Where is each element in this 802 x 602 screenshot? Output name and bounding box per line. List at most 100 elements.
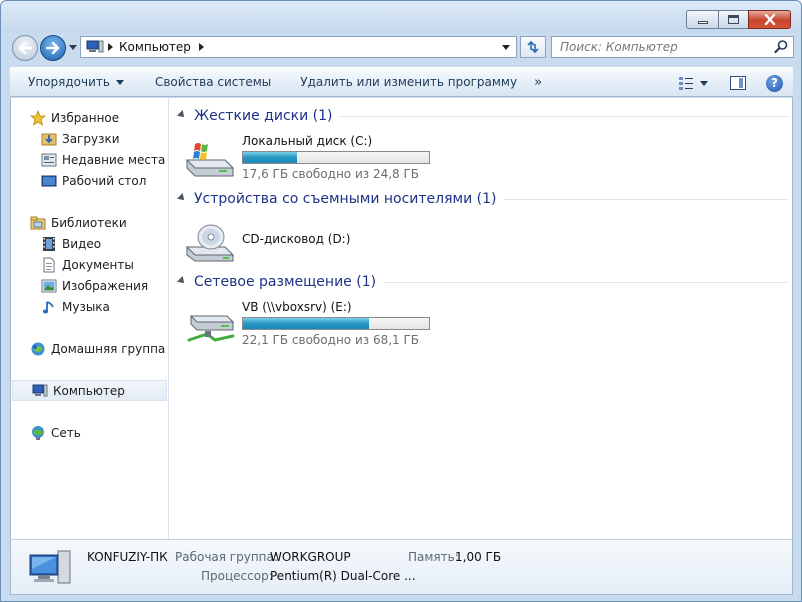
title-bar[interactable]: [1, 1, 801, 33]
drive-item-e[interactable]: VB (\\vboxsrv) (E:) 22,1 ГБ свободно из …: [185, 300, 445, 348]
navigation-pane: Избранное Загрузки Недавние места Рабочи…: [11, 98, 169, 539]
homegroup-icon: [30, 341, 46, 357]
sidebar-item-music[interactable]: Музыка: [11, 296, 167, 317]
sidebar-item-label: Документы: [62, 257, 134, 272]
group-header-hard-disks[interactable]: Жесткие диски (1): [177, 106, 788, 126]
homegroup-group: Домашняя группа: [11, 338, 167, 359]
more-commands-button[interactable]: »: [526, 75, 550, 90]
drive-item-c[interactable]: Локальный диск (C:) 17,6 ГБ свободно из …: [185, 134, 445, 182]
sidebar-item-computer[interactable]: Компьютер: [12, 380, 167, 401]
computer-large-icon: [28, 547, 72, 589]
sidebar-item-recent-places[interactable]: Недавние места: [11, 149, 167, 170]
workgroup-label: Рабочая группа:: [175, 550, 278, 564]
video-icon: [41, 236, 57, 252]
sidebar-item-downloads[interactable]: Загрузки: [11, 128, 167, 149]
star-icon: [29, 109, 47, 126]
chevron-down-icon: [115, 79, 124, 85]
group-header-network[interactable]: Сетевое размещение (1): [177, 272, 788, 292]
breadcrumb-separator-icon[interactable]: [198, 43, 204, 51]
chevron-down-icon: [69, 45, 77, 50]
back-button[interactable]: [12, 35, 38, 61]
collapse-arrow-icon[interactable]: [177, 110, 187, 120]
collapse-arrow-icon[interactable]: [177, 193, 187, 203]
sidebar-item-pictures[interactable]: Изображения: [11, 275, 167, 296]
minimize-button[interactable]: [686, 10, 718, 29]
preview-pane-icon[interactable]: [730, 76, 746, 90]
breadcrumb-separator-icon[interactable]: [108, 43, 113, 51]
drive-usage-fill: [243, 318, 370, 329]
computer-group: Компьютер: [11, 380, 167, 401]
sidebar-item-network[interactable]: Сеть: [11, 422, 167, 443]
computer-icon: [32, 383, 48, 399]
drive-name: VB (\\vboxsrv) (E:): [242, 300, 352, 314]
search-input[interactable]: Поиск: Компьютер: [560, 40, 773, 54]
view-options-dropdown[interactable]: [700, 80, 708, 86]
sidebar-item-label: Сеть: [51, 425, 81, 440]
address-dropdown-icon[interactable]: [502, 45, 510, 50]
back-arrow-icon: [18, 42, 32, 54]
group-header-removable[interactable]: Устройства со съемными носителями (1): [177, 189, 788, 209]
sidebar-item-label: Избранное: [51, 110, 120, 125]
details-pane: KONFUZIY-ПК Рабочая группа: WORKGROUP Па…: [10, 539, 793, 595]
sidebar-item-favorites[interactable]: Избранное: [11, 107, 167, 128]
address-bar[interactable]: Компьютер: [80, 36, 517, 58]
drive-usage-bar: [242, 151, 430, 164]
favorites-group: Избранное Загрузки Недавние места Рабочи…: [11, 107, 167, 191]
windows-drive-icon: [185, 138, 237, 178]
drive-item-d[interactable]: CD-дисковод (D:): [185, 219, 445, 267]
computer-name: KONFUZIY-ПК: [87, 550, 168, 564]
close-button[interactable]: [748, 10, 791, 29]
refresh-button[interactable]: [520, 36, 546, 58]
drive-name: CD-дисковод (D:): [242, 232, 351, 246]
organize-label: Упорядочить: [28, 75, 110, 89]
forward-arrow-icon: [46, 42, 60, 54]
file-list: Жесткие диски (1) Локальный диск (C:) 17…: [170, 98, 792, 539]
change-view-icon[interactable]: [678, 75, 694, 91]
organize-button[interactable]: Упорядочить: [10, 68, 133, 96]
forward-button[interactable]: [40, 35, 66, 61]
workgroup-value: WORKGROUP: [270, 550, 351, 564]
processor-value: Pentium(R) Dual-Core ...: [270, 569, 416, 583]
uninstall-program-button[interactable]: Удалить или изменить программу: [280, 68, 526, 96]
network-drive-icon: [185, 304, 237, 344]
breadcrumb-computer[interactable]: Компьютер: [119, 40, 191, 54]
maximize-button[interactable]: [718, 10, 748, 29]
minimize-icon: [697, 21, 708, 24]
sidebar-item-label: Недавние места: [62, 152, 166, 167]
collapse-arrow-icon[interactable]: [177, 276, 187, 286]
libraries-group: Библиотеки Видео Документы Изображения М…: [11, 212, 167, 317]
pictures-icon: [41, 278, 57, 294]
drive-free-space: 17,6 ГБ свободно из 24,8 ГБ: [242, 167, 420, 181]
sidebar-item-label: Рабочий стол: [62, 173, 147, 188]
toolbar-right: ?: [678, 71, 783, 95]
group-title: Жесткие диски (1): [194, 108, 333, 124]
group-title: Сетевое размещение (1): [194, 274, 377, 290]
system-properties-button[interactable]: Свойства системы: [133, 68, 280, 96]
command-bar: Упорядочить Свойства системы Удалить или…: [10, 67, 793, 97]
memory-value: 1,00 ГБ: [455, 550, 502, 564]
recent-places-icon: [41, 152, 57, 168]
navigation-bar: Компьютер Поиск: Компьютер: [1, 33, 801, 63]
group-divider: [384, 281, 788, 283]
search-icon[interactable]: [773, 39, 789, 55]
group-divider: [340, 115, 788, 117]
close-icon: [764, 14, 775, 25]
help-icon[interactable]: ?: [766, 74, 783, 92]
sidebar-item-documents[interactable]: Документы: [11, 254, 167, 275]
sidebar-item-libraries[interactable]: Библиотеки: [11, 212, 167, 233]
refresh-icon: [527, 40, 539, 54]
drive-free-space: 22,1 ГБ свободно из 68,1 ГБ: [242, 333, 420, 347]
drive-name: Локальный диск (C:): [242, 134, 373, 148]
sidebar-item-desktop[interactable]: Рабочий стол: [11, 170, 167, 191]
search-box[interactable]: Поиск: Компьютер: [551, 36, 794, 58]
content-area: Избранное Загрузки Недавние места Рабочи…: [10, 98, 793, 539]
caption-buttons: [686, 10, 791, 29]
sidebar-item-video[interactable]: Видео: [11, 233, 167, 254]
sidebar-item-label: Изображения: [62, 278, 149, 293]
network-icon: [30, 425, 46, 441]
sidebar-item-label: Загрузки: [62, 131, 120, 146]
maximize-icon: [728, 15, 739, 24]
sidebar-item-homegroup[interactable]: Домашняя группа: [11, 338, 167, 359]
network-group: Сеть: [11, 422, 167, 443]
recent-pages-dropdown[interactable]: [68, 41, 78, 53]
